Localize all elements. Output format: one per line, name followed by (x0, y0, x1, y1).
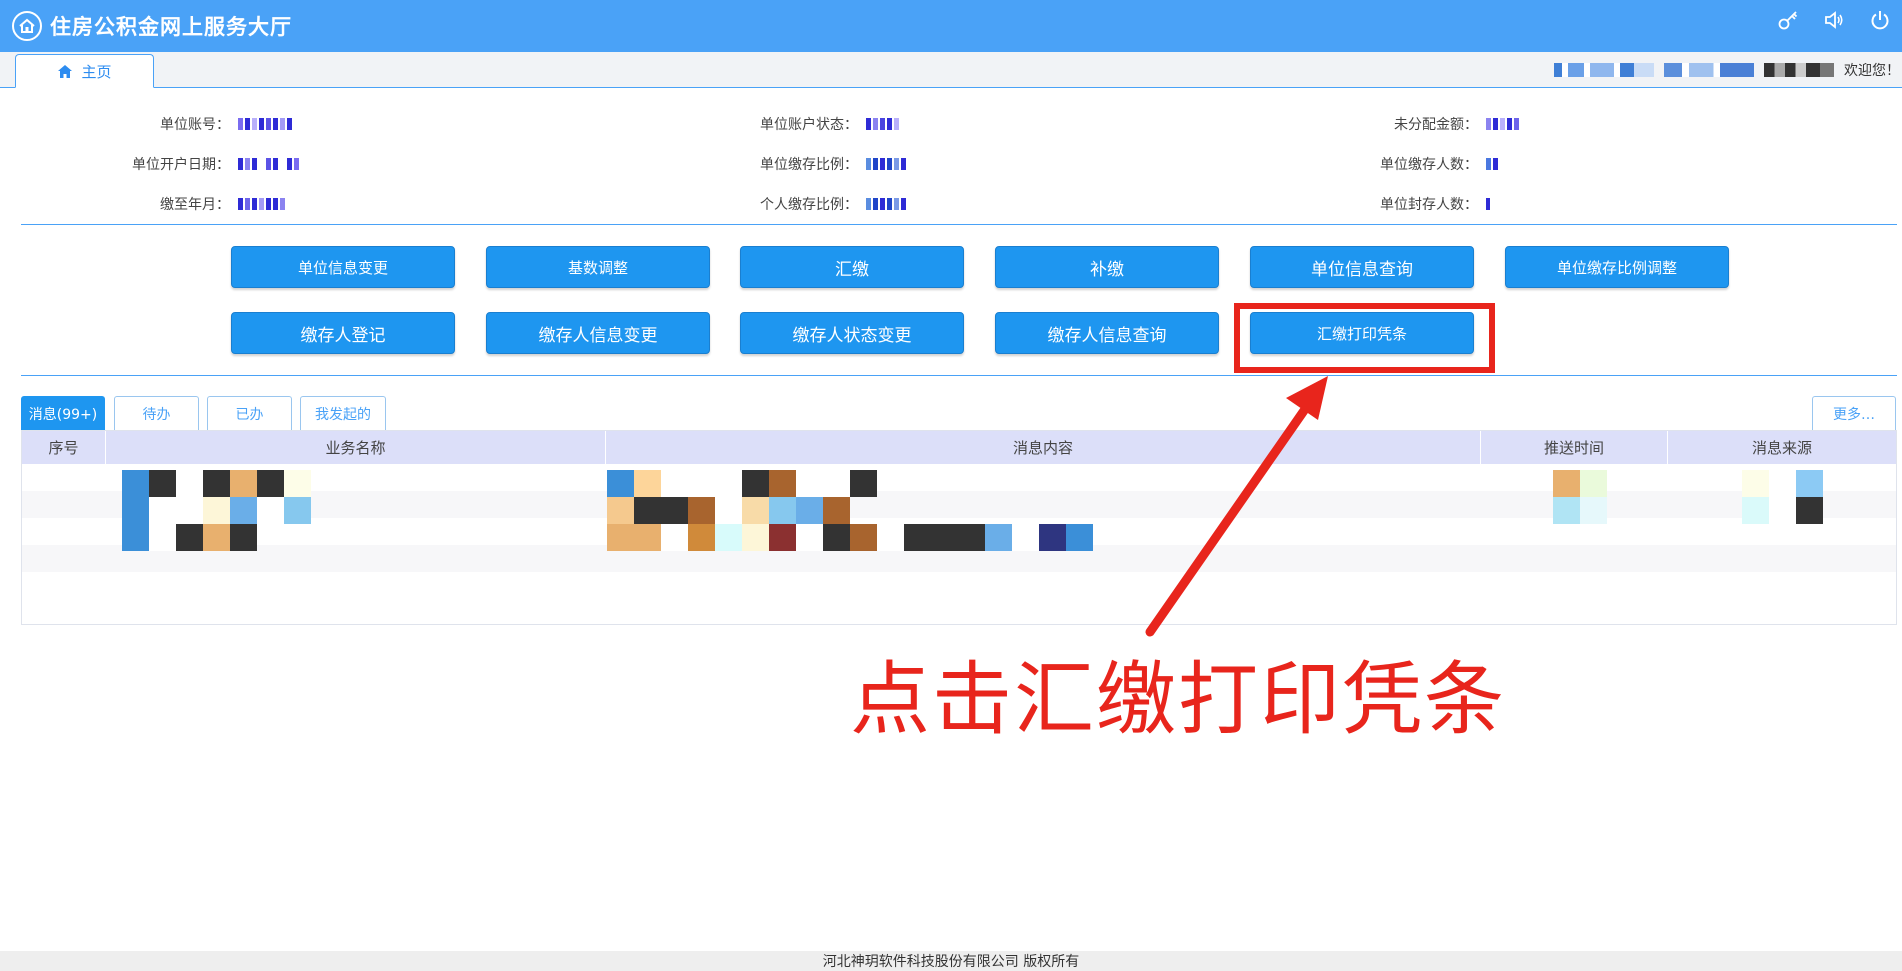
depositor-status-change-button[interactable]: 缴存人状态变更 (740, 312, 964, 354)
supplementary-payment-button[interactable]: 补缴 (995, 246, 1219, 288)
home-icon (58, 64, 73, 78)
house-logo-icon (12, 11, 42, 41)
footer: 河北神玥软件科技股份有限公司 版权所有 (0, 951, 1902, 971)
unit-ratio: 单位缴存比例： (628, 154, 906, 174)
col-index: 序号 (22, 431, 106, 464)
unit-ratio-label: 单位缴存比例： (760, 157, 858, 173)
depositor-count-label: 单位缴存人数： (1380, 157, 1478, 173)
personal-ratio-label: 个人缴存比例： (760, 197, 858, 213)
unit-info-panel: 单位账号： 单位开户日期： 缴至年月： 单位账户状态： 单位缴存比例： 个人缴存… (0, 110, 1902, 220)
app-title: 住房公积金网上服务大厅 (50, 15, 292, 39)
power-icon[interactable] (1868, 8, 1892, 32)
col-message-content: 消息内容 (606, 431, 1481, 464)
personal-ratio: 个人缴存比例： (628, 194, 906, 214)
unit-info-query-button[interactable]: 单位信息查询 (1250, 246, 1474, 288)
tab-messages[interactable]: 消息(99+) (21, 396, 105, 430)
depositor-count: 单位缴存人数： (1248, 154, 1498, 174)
tab-todo[interactable]: 待办 (114, 396, 199, 430)
tab-home[interactable]: 主页 (15, 54, 154, 88)
annotation-text: 点击汇缴打印凭条 (850, 653, 1506, 746)
sealed-count: 单位封存人数： (1248, 194, 1490, 214)
tab-home-label: 主页 (81, 62, 112, 81)
table-row[interactable] (22, 572, 1896, 599)
account-status-label: 单位账户状态： (760, 117, 858, 133)
unit-ratio-adjust-button[interactable]: 单位缴存比例调整 (1505, 246, 1729, 288)
table-header: 序号 业务名称 消息内容 推送时间 消息来源 (22, 431, 1896, 464)
tab-initiated[interactable]: 我发起的 (300, 396, 386, 430)
depositor-register-button[interactable]: 缴存人登记 (231, 312, 455, 354)
user-name-redacted (1764, 63, 1834, 77)
user-org-redacted (1554, 63, 1654, 77)
depositor-info-change-button[interactable]: 缴存人信息变更 (486, 312, 710, 354)
unit-open-date: 单位开户日期： (0, 154, 299, 174)
unit-account-label: 单位账号： (160, 117, 230, 133)
personal-ratio-value-redacted (866, 198, 906, 210)
col-business-name: 业务名称 (106, 431, 606, 464)
unit-info-change-button[interactable]: 单位信息变更 (231, 246, 455, 288)
annotation-highlight-box (1234, 303, 1495, 373)
remit-button[interactable]: 汇缴 (740, 246, 964, 288)
sealed-count-value-redacted (1486, 198, 1490, 210)
paid-until-value-redacted (238, 198, 285, 210)
unit-account: 单位账号： (0, 114, 292, 134)
unit-open-date-label: 单位开户日期： (132, 157, 230, 173)
sealed-count-label: 单位封存人数： (1380, 197, 1478, 213)
account-status-value-redacted (866, 118, 899, 130)
col-push-time: 推送时间 (1481, 431, 1668, 464)
base-adjust-button[interactable]: 基数调整 (486, 246, 710, 288)
key-icon[interactable] (1776, 8, 1800, 32)
unallocated-amount-label: 未分配金额： (1394, 117, 1478, 133)
unit-ratio-value-redacted (866, 158, 906, 170)
divider-top (21, 224, 1897, 225)
user-dept-redacted (1664, 63, 1754, 77)
paid-until-label: 缴至年月： (160, 197, 230, 213)
col-message-source: 消息来源 (1751, 439, 1812, 457)
paid-until: 缴至年月： (0, 194, 285, 214)
user-info: 欢迎您！ (1554, 60, 1900, 80)
account-status: 单位账户状态： (628, 114, 899, 134)
more-button[interactable]: 更多… (1812, 396, 1896, 430)
footer-copyright: 河北神玥软件科技股份有限公司 版权所有 (822, 954, 1080, 970)
unit-account-value-redacted (238, 118, 292, 130)
top-bar: 住房公积金网上服务大厅 (0, 0, 1902, 52)
welcome-text: 欢迎您！ (1844, 63, 1900, 79)
depositor-count-value-redacted (1486, 158, 1498, 170)
tab-done[interactable]: 已办 (207, 396, 292, 430)
unallocated-amount-value-redacted (1486, 118, 1519, 130)
unit-open-date-value-redacted (238, 158, 299, 170)
tab-strip: 主页 欢迎您！ (0, 52, 1902, 88)
depositor-info-query-button[interactable]: 缴存人信息查询 (995, 312, 1219, 354)
unallocated-amount: 未分配金额： (1248, 114, 1519, 134)
divider-bottom (21, 375, 1897, 376)
speaker-icon[interactable] (1822, 8, 1846, 32)
